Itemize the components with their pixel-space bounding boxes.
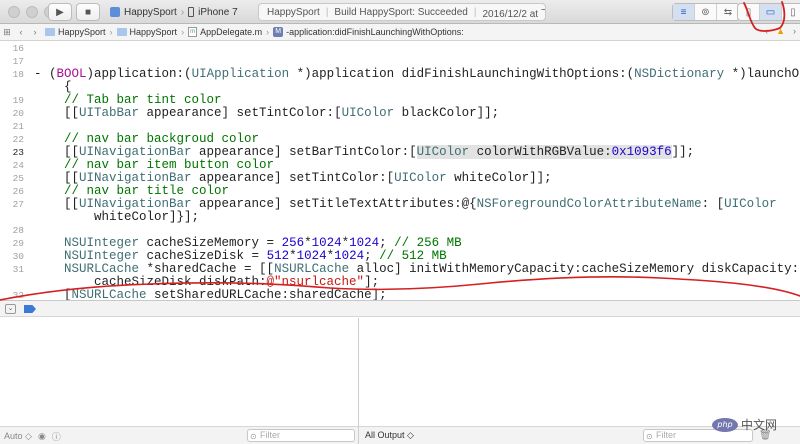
info-icon[interactable]: ⓘ xyxy=(52,430,61,443)
assistant-editor-icon[interactable]: ⊚ xyxy=(695,4,717,20)
variables-footer: Auto ◇ ◉ ⓘ ⊙ Filter xyxy=(0,426,358,444)
play-icon: ▶ xyxy=(56,6,64,18)
line-number: 31 xyxy=(12,264,24,275)
line-number: 20 xyxy=(12,108,24,119)
line-number: 27 xyxy=(12,199,24,210)
folder-icon xyxy=(116,28,127,36)
breadcrumb-project[interactable]: HappySport xyxy=(42,27,109,37)
code-text: [[UITabBar appearance] setTintColor:[UIC… xyxy=(34,106,500,120)
code-line[interactable]: whiteColor]}]; xyxy=(0,211,800,224)
debug-area-toggle-icon[interactable]: ▭ xyxy=(760,4,782,20)
output-selector[interactable]: All Output ◇ xyxy=(365,430,414,441)
breakpoints-toggle-icon[interactable] xyxy=(24,305,36,313)
objc-file-icon: m xyxy=(188,27,198,37)
console-view[interactable] xyxy=(359,318,800,426)
hide-debug-area-icon[interactable]: ⌄ xyxy=(5,304,16,314)
filter-icon: ⊙ xyxy=(646,432,653,441)
line-number: 25 xyxy=(12,173,24,184)
view-toggle-control: ▯ ▭ ▯ xyxy=(737,3,800,21)
debug-bar: ⌄ xyxy=(0,300,800,317)
line-number: 32 xyxy=(12,290,24,300)
variables-filter-field[interactable]: ⊙ Filter xyxy=(247,429,355,442)
code-text: [NSURLCache setSharedURLCache:sharedCach… xyxy=(34,288,387,301)
code-line[interactable]: 20 [[UITabBar appearance] setTintColor:[… xyxy=(0,107,800,120)
run-button[interactable]: ▶ xyxy=(48,3,72,21)
jump-bar: ⊞ ‹ › HappySport › HappySport › m AppDel… xyxy=(0,24,800,41)
line-number: 19 xyxy=(12,95,24,106)
line-number: 24 xyxy=(12,160,24,171)
status-time: 2016/12/2 at 下午1:37 xyxy=(482,8,545,20)
method-icon: M xyxy=(273,27,284,37)
line-number: 28 xyxy=(12,225,24,236)
minimize-window-button[interactable] xyxy=(26,6,38,18)
watermark-text: 中文网 xyxy=(741,418,778,432)
code-line[interactable]: 18 - (BOOL)application:(UIApplication *)a… xyxy=(0,68,800,81)
device-name: iPhone 7 xyxy=(198,6,238,18)
variables-view[interactable] xyxy=(0,318,358,426)
toolbar: ▶ ■ HappySport › iPhone 7 HappySport | B… xyxy=(0,0,800,24)
activity-status: HappySport | Build HappySport: Succeeded… xyxy=(258,3,546,21)
code-line[interactable]: 16 xyxy=(0,42,800,55)
watermark: php 中文网 xyxy=(712,416,777,433)
auto-scope-selector[interactable]: Auto ◇ xyxy=(4,431,32,442)
chevron-right-icon: › xyxy=(180,6,185,18)
previous-issue-icon[interactable]: ‹ xyxy=(765,26,768,36)
standard-editor-icon[interactable]: ≡ xyxy=(673,4,695,20)
line-number: 30 xyxy=(12,251,24,262)
folder-icon xyxy=(45,28,55,36)
code-text: whiteColor]}]; xyxy=(34,210,200,224)
filter-icon: ⊙ xyxy=(250,432,257,441)
breadcrumb-method[interactable]: M -application:didFinishLaunchingWithOpt… xyxy=(270,27,467,37)
line-number: 29 xyxy=(12,238,24,249)
php-logo: php xyxy=(712,417,738,432)
device-icon xyxy=(188,7,195,17)
editor-mode-control: ≡ ⊚ ⇆ xyxy=(672,3,740,21)
navigator-toggle-icon[interactable]: ▯ xyxy=(738,4,760,20)
breadcrumb-group[interactable]: HappySport xyxy=(114,27,181,37)
line-number: 22 xyxy=(12,134,24,145)
forward-arrow-icon[interactable]: › xyxy=(28,27,42,37)
version-editor-icon[interactable]: ⇆ xyxy=(717,4,739,20)
status-build: Build HappySport: Succeeded xyxy=(334,6,468,18)
line-number: 21 xyxy=(12,121,24,132)
back-arrow-icon[interactable]: ‹ xyxy=(14,27,28,37)
stop-icon: ■ xyxy=(84,6,92,18)
line-number: 16 xyxy=(12,43,24,54)
source-editor[interactable]: 16 17 18 - (BOOL)application:(UIApplication… xyxy=(0,42,800,300)
app-icon xyxy=(110,7,120,17)
line-number: 17 xyxy=(12,56,24,67)
line-number: 23 xyxy=(12,147,24,158)
line-number: 18 xyxy=(12,69,24,80)
utilities-toggle-icon[interactable]: ▯ xyxy=(782,4,800,20)
warning-icon[interactable]: ▲ xyxy=(776,26,785,36)
breadcrumb-file[interactable]: m AppDelegate.m xyxy=(185,27,265,37)
line-number: 26 xyxy=(12,186,24,197)
next-issue-icon[interactable]: › xyxy=(793,26,796,36)
eye-icon[interactable]: ◉ xyxy=(38,431,46,442)
close-window-button[interactable] xyxy=(8,6,20,18)
scheme-name: HappySport xyxy=(124,6,177,18)
code-text: - (BOOL)application:(UIApplication *)app… xyxy=(34,67,800,81)
related-items-icon[interactable]: ⊞ xyxy=(0,27,14,38)
code-line[interactable]: 32 [NSURLCache setSharedURLCache:sharedC… xyxy=(0,288,800,301)
scheme-selector[interactable]: HappySport › iPhone 7 xyxy=(110,4,238,20)
status-project: HappySport xyxy=(267,6,320,18)
stop-button[interactable]: ■ xyxy=(76,3,100,21)
